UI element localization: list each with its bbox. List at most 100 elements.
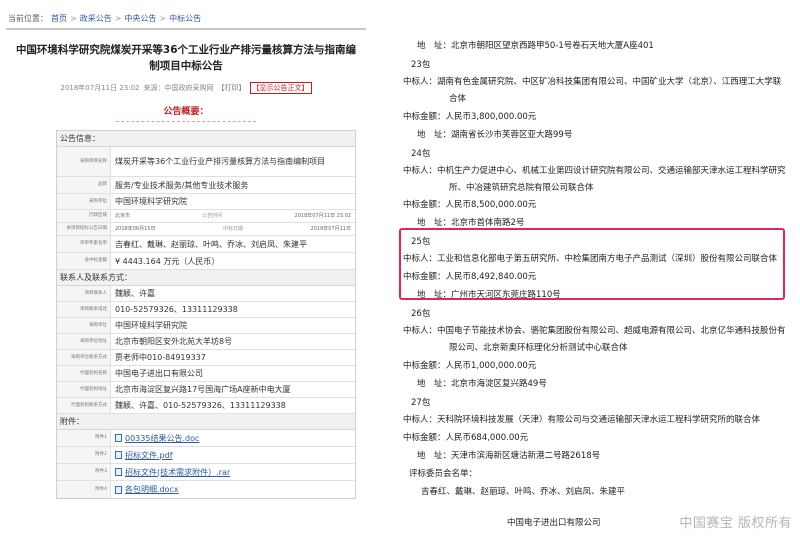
attachment-link[interactable]: 00335结果公告.doc bbox=[125, 433, 199, 444]
row-label: 采购单位 bbox=[57, 318, 111, 333]
table-row: 采购项目名称 煤炭开采等36个工业行业产排污量核算方法与指南编制项目 bbox=[57, 147, 355, 177]
summary-heading: 公告概要： bbox=[116, 104, 256, 122]
detail-line: 中标金额：人民币8,500,000.00元 bbox=[403, 200, 537, 210]
show-body-button[interactable]: 【显示公告正文】 bbox=[249, 82, 312, 94]
document-icon bbox=[115, 434, 122, 442]
table-row: 采购单位 中国环境科学研究院 bbox=[57, 318, 355, 334]
row-label: 附件4 bbox=[57, 481, 111, 498]
row-label: 本项目招标公告日期 bbox=[57, 223, 111, 235]
detail-line: 中标金额：人民币684,000.00元 bbox=[403, 433, 529, 443]
row-label: 附件2 bbox=[57, 447, 111, 463]
breadcrumb-award[interactable]: 中标公告 bbox=[169, 13, 201, 24]
detail-line: 吉春红、戴琳、赵丽琼、叶鸣、乔冰、刘启凤、朱建平 bbox=[421, 487, 626, 497]
total-amount-value: ¥ 4443.164 万元（人民币） bbox=[115, 256, 220, 266]
table-row: 采购单位 中国环境科学研究院 bbox=[57, 194, 355, 210]
contact-person-value: 魏颖、许嘉 bbox=[115, 289, 155, 298]
detail-line: 限公司、北京新奥环标理化分析测试中心联合体 bbox=[449, 343, 628, 353]
print-button[interactable]: 【打印】 bbox=[218, 83, 246, 93]
publish-time-value: 2018年07月11日 23:02 bbox=[294, 212, 351, 219]
detail-line: 中标人：中机生产力促进中心、机械工业第四设计研究院有限公司、交通运输部天津水运工… bbox=[403, 166, 786, 176]
region-value: 北京市 bbox=[115, 212, 131, 219]
detail-line: 中标人：中国电子节能技术协会、骆驼集团股份有限公司、超威电源有限公司、北京亿华通… bbox=[403, 326, 786, 336]
tender-date-value: 2018年06月15日 bbox=[115, 225, 156, 232]
detail-line: 地 址：天津市滨海新区塘沽新港二号路2618号 bbox=[417, 451, 601, 461]
row-label: 总中标金额 bbox=[57, 253, 111, 269]
table-row: 附件1 00335结果公告.doc bbox=[57, 430, 355, 447]
document-icon bbox=[115, 468, 122, 476]
row-label: 代理机构联系方式 bbox=[57, 398, 111, 413]
agency-contact-value: 魏颖、许嘉、010-52579326、13311129338 bbox=[115, 401, 286, 410]
attachment-link[interactable]: 招标文件(技术需求附件）.rar bbox=[125, 467, 230, 478]
attachment-link[interactable]: 各包明细.docx bbox=[125, 484, 179, 495]
agency-name-value: 中国电子进出口有限公司 bbox=[115, 369, 203, 378]
detail-line: 地 址：北京市朝阳区望京西路甲50-1号卷石天地大厦A座401 bbox=[417, 41, 654, 51]
table-row: 附件2 招标文件.pdf bbox=[57, 447, 355, 464]
breadcrumb-separator: > bbox=[70, 13, 77, 23]
highlight-box bbox=[399, 228, 785, 300]
watermark: 中国赛宝 版权所有 bbox=[679, 516, 792, 531]
table-row: 行政区域 北京市 公告时间 2018年07月11日 23:02 bbox=[57, 210, 355, 223]
contact-section-heading: 联系人及联系方式： bbox=[57, 270, 355, 286]
detail-line: 中标人：天科院环境科技发展（天津）有限公司与交通运输部天津水运工程科学研究所的联… bbox=[403, 415, 761, 425]
dates-value: 2018年06月15日 中标日期 2018年07月11日 bbox=[111, 223, 355, 235]
table-row: 代理机构联系方式 魏颖、许嘉、010-52579326、13311129338 bbox=[57, 398, 355, 414]
table-row: 项目联系人 魏颖、许嘉 bbox=[57, 286, 355, 302]
breadcrumb-separator: > bbox=[114, 13, 122, 23]
row-label: 采购单位 bbox=[57, 194, 111, 209]
row-label: 采购项目名称 bbox=[57, 147, 111, 176]
detail-line: 合体 bbox=[449, 94, 467, 104]
source-label: 来源：中国政府采购网 bbox=[143, 84, 214, 92]
table-row: 采购单位联系方式 贾老师中010-84919337 bbox=[57, 350, 355, 366]
breadcrumb-separator: > bbox=[159, 13, 167, 23]
row-label: 采购单位地址 bbox=[57, 334, 111, 349]
region-time-value: 北京市 公告时间 2018年07月11日 23:02 bbox=[111, 210, 355, 222]
award-date-value: 2018年07月11日 bbox=[310, 225, 351, 232]
breadcrumb: 当前位置： 首页 > 政采公告 > 中央公告 > 中标公告 bbox=[6, 8, 366, 30]
attachment-section-heading: 附件： bbox=[57, 414, 355, 430]
row-label: 评审专家名单 bbox=[57, 236, 111, 252]
publish-time-label: 公告时间 bbox=[202, 212, 223, 219]
attachment-item: 00335结果公告.doc bbox=[111, 430, 355, 446]
purchaser-name-value: 中国环境科学研究院 bbox=[115, 321, 187, 330]
table-row: 评审专家名单 吉春红、戴琳、赵丽琼、叶鸣、乔冰、刘启凤、朱建平 bbox=[57, 236, 355, 253]
table-row: 项目联系电话 010-52579326、13311129338 bbox=[57, 302, 355, 318]
purchaser-value: 中国环境科学研究院 bbox=[115, 197, 187, 206]
detail-line: 中国电子进出口有限公司 bbox=[507, 518, 601, 528]
table-row: 总中标金额 ¥ 4443.164 万元（人民币） bbox=[57, 253, 355, 270]
row-label: 附件1 bbox=[57, 430, 111, 446]
row-label: 行政区域 bbox=[57, 210, 111, 222]
attachment-item: 各包明细.docx bbox=[111, 481, 355, 498]
announcement-meta: 2018年07月11日 23:02 来源：中国政府采购网 【打印】 【显示公告正… bbox=[6, 82, 366, 94]
table-row: 代理机构地址 北京市海淀区复兴路17号国海广场A座新中电大厦 bbox=[57, 382, 355, 398]
detail-line: 评标委员会名单： bbox=[409, 469, 478, 479]
experts-value: 吉春红、戴琳、赵丽琼、叶鸣、乔冰、刘启凤、朱建平 bbox=[115, 239, 307, 249]
agency-address-value: 北京市海淀区复兴路17号国海广场A座新中电大厦 bbox=[115, 385, 291, 394]
detail-line: 中标人：湖南有色金属研究院、中区矿冶科技集团有限公司、中国矿业大学（北京）、江西… bbox=[403, 77, 782, 87]
table-row: 附件3 招标文件(技术需求附件）.rar bbox=[57, 464, 355, 481]
attachment-item: 招标文件(技术需求附件）.rar bbox=[111, 464, 355, 480]
attachment-item: 招标文件.pdf bbox=[111, 447, 355, 463]
table-row: 采购单位地址 北京市朝阳区安外北苑大羊坊8号 bbox=[57, 334, 355, 350]
project-name-value: 煤炭开采等36个工业行业产排污量核算方法与指南编制项目 bbox=[115, 157, 326, 166]
row-label: 品目 bbox=[57, 177, 111, 193]
row-label: 代理机构地址 bbox=[57, 382, 111, 397]
detail-line: 24包 bbox=[411, 149, 431, 159]
page-title: 中国环境科学研究院煤炭开采等36个工业行业产排污量核算方法与指南编制项目中标公告 bbox=[15, 44, 357, 72]
award-date-label: 中标日期 bbox=[222, 225, 243, 232]
table-row: 品目 服务/专业技术服务/其他专业技术服务 bbox=[57, 177, 355, 194]
row-label: 采购单位联系方式 bbox=[57, 350, 111, 365]
row-label: 项目联系电话 bbox=[57, 302, 111, 317]
row-label: 项目联系人 bbox=[57, 286, 111, 301]
detail-line: 27包 bbox=[411, 398, 431, 408]
breadcrumb-procurement[interactable]: 政采公告 bbox=[80, 13, 112, 24]
breadcrumb-central[interactable]: 中央公告 bbox=[124, 13, 156, 24]
table-row: 本项目招标公告日期 2018年06月15日 中标日期 2018年07月11日 bbox=[57, 223, 355, 236]
info-table: 公告信息： 采购项目名称 煤炭开采等36个工业行业产排污量核算方法与指南编制项目… bbox=[56, 130, 356, 499]
detail-line: 26包 bbox=[411, 309, 431, 319]
row-label: 代理机构名称 bbox=[57, 366, 111, 381]
detail-line: 中标金额：人民币1,000,000.00元 bbox=[403, 361, 537, 371]
breadcrumb-home[interactable]: 首页 bbox=[51, 13, 67, 24]
detail-line: 地 址：北京市海淀区复兴路49号 bbox=[417, 379, 547, 389]
attachment-link[interactable]: 招标文件.pdf bbox=[125, 450, 173, 461]
category-value: 服务/专业技术服务/其他专业技术服务 bbox=[115, 180, 249, 190]
